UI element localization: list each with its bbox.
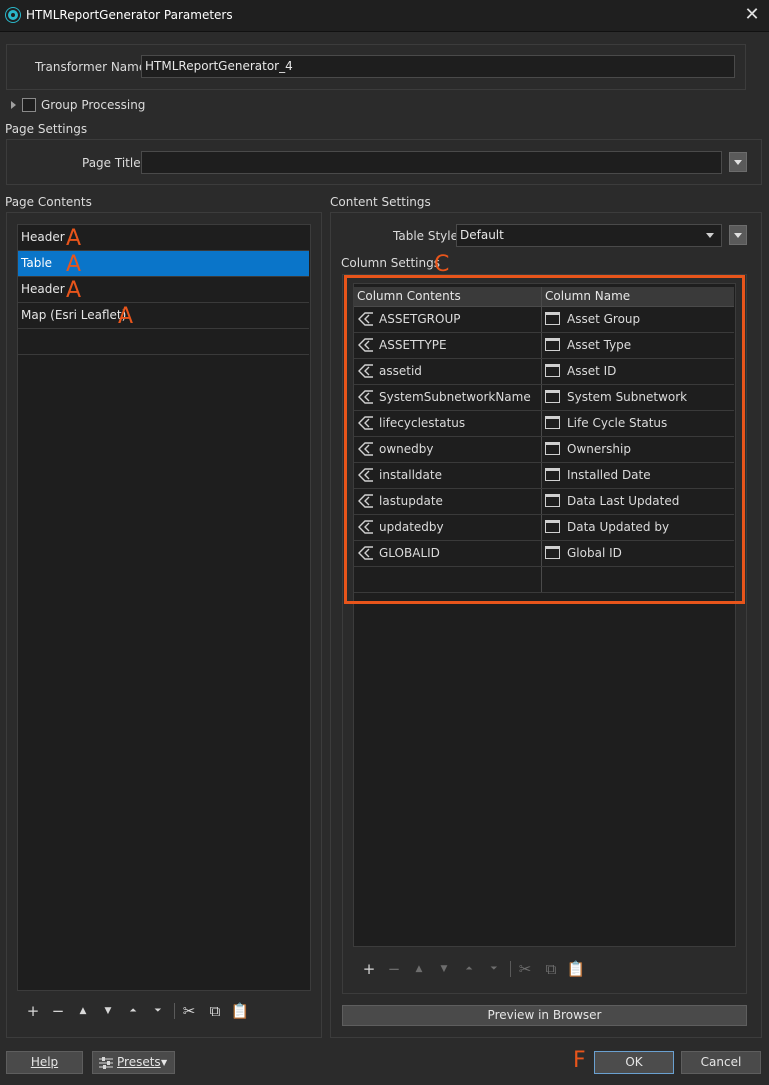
move-top-icon[interactable]: ⏶: [459, 959, 479, 979]
app-icon: [6, 8, 20, 22]
copy-icon[interactable]: ⧉: [205, 1001, 225, 1021]
minus-icon[interactable]: −: [384, 959, 404, 979]
group-processing-checkbox[interactable]: [22, 98, 36, 112]
table-style-menu-button[interactable]: [729, 225, 747, 245]
move-top-icon[interactable]: ⏶: [123, 1001, 143, 1021]
list-item-label: Header: [21, 230, 65, 244]
chevron-down-icon: [706, 233, 714, 238]
preview-in-browser-button[interactable]: Preview in Browser: [342, 1005, 747, 1026]
page-contents-items: Header Table Header Map (Esri Leaflet): [18, 225, 309, 355]
paste-icon[interactable]: 📋: [566, 959, 586, 979]
page-contents-header: Page Contents: [5, 195, 92, 209]
help-button[interactable]: Help: [6, 1051, 83, 1074]
move-down-icon[interactable]: ▼: [98, 1001, 118, 1021]
page-settings-header: Page Settings: [5, 122, 88, 136]
list-item-empty[interactable]: [18, 329, 309, 355]
annotation-marker: C: [434, 252, 450, 277]
table-style-label: Table Style:: [393, 229, 463, 243]
chevron-down-icon: ▼: [161, 1058, 168, 1067]
ok-button[interactable]: OK: [594, 1051, 674, 1074]
move-down-icon[interactable]: ▼: [434, 959, 454, 979]
table-style-value: Default: [460, 228, 504, 242]
presets-button[interactable]: Presets ▼: [92, 1051, 175, 1074]
plus-icon[interactable]: +: [23, 1001, 43, 1021]
cancel-button[interactable]: Cancel: [681, 1051, 761, 1074]
annotation-marker: A: [66, 226, 82, 251]
list-item-label: Header: [21, 282, 65, 296]
move-bottom-icon[interactable]: ⏷: [484, 959, 504, 979]
content-settings-header: Content Settings: [330, 195, 431, 209]
highlight-frame: [344, 275, 745, 604]
list-item[interactable]: Header: [18, 225, 309, 251]
annotation-marker: F: [573, 1048, 586, 1073]
presets-label: Presets: [117, 1055, 161, 1069]
list-item-label: Table: [21, 256, 53, 270]
move-bottom-icon[interactable]: ⏷: [148, 1001, 168, 1021]
move-up-icon[interactable]: ▲: [409, 959, 429, 979]
annotation-marker: A: [66, 252, 82, 277]
toolbar-divider: [510, 961, 511, 977]
page-title-input[interactable]: [141, 151, 722, 174]
copy-icon[interactable]: ⧉: [541, 959, 561, 979]
list-item[interactable]: Map (Esri Leaflet): [18, 303, 309, 329]
expand-arrow-icon[interactable]: [11, 101, 16, 109]
column-settings-label: Column Settings: [341, 256, 440, 270]
list-item-label: Map (Esri Leaflet): [21, 308, 127, 322]
window-title: HTMLReportGenerator Parameters: [26, 8, 233, 22]
transformer-name-input[interactable]: HTMLReportGenerator_4: [141, 55, 735, 78]
annotation-marker: A: [118, 304, 134, 329]
group-processing-label: Group Processing: [41, 98, 146, 112]
page-title-menu-button[interactable]: [729, 152, 747, 172]
table-style-select[interactable]: Default: [456, 224, 722, 247]
minus-icon[interactable]: −: [48, 1001, 68, 1021]
presets-icon: [99, 1057, 113, 1069]
page-title-label: Page Title:: [82, 156, 145, 170]
transformer-name-label: Transformer Name:: [35, 60, 151, 74]
list-item[interactable]: Table: [18, 251, 309, 277]
toolbar-divider: [174, 1003, 175, 1019]
plus-icon[interactable]: +: [359, 959, 379, 979]
move-up-icon[interactable]: ▲: [73, 1001, 93, 1021]
paste-icon[interactable]: 📋: [230, 1001, 250, 1021]
annotation-marker: A: [66, 278, 82, 303]
cut-icon[interactable]: ✂: [515, 959, 535, 979]
close-button[interactable]: ✕: [740, 4, 764, 28]
list-item[interactable]: Header: [18, 277, 309, 303]
cut-icon[interactable]: ✂: [179, 1001, 199, 1021]
